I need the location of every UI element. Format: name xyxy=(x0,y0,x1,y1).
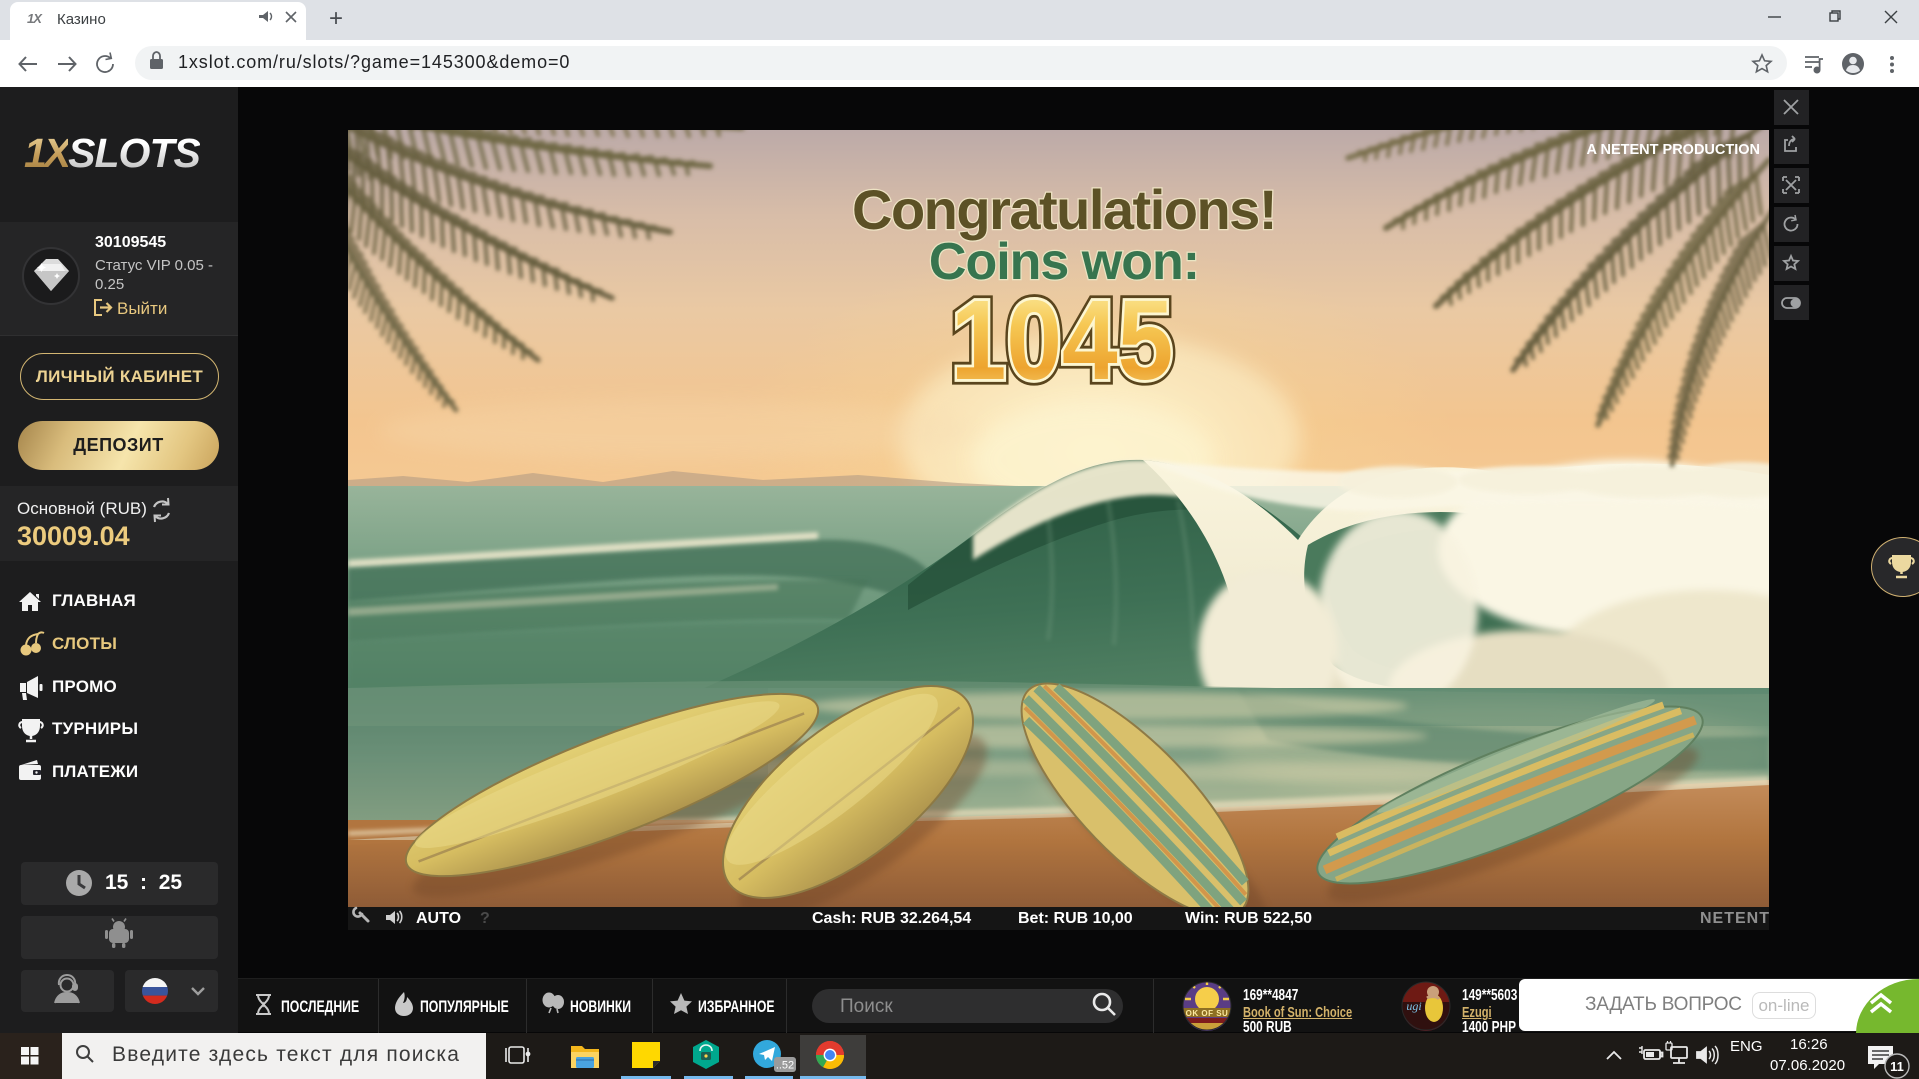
svg-text:Congratulations!: Congratulations! xyxy=(852,178,1276,241)
svg-text:A NETENT PRODUCTION: A NETENT PRODUCTION xyxy=(1587,142,1760,158)
svg-text:1045: 1045 xyxy=(951,276,1173,403)
